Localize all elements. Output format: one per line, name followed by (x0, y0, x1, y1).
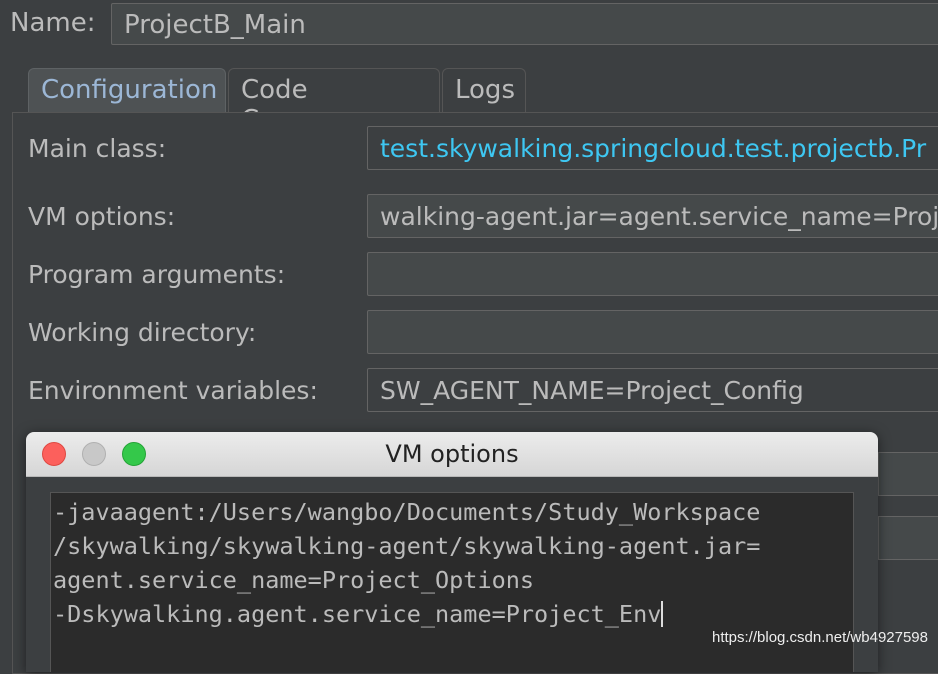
tab-logs[interactable]: Logs (442, 68, 526, 113)
main-class-label: Main class: (28, 134, 167, 163)
text-caret (661, 601, 664, 627)
watermark: https://blog.csdn.net/wb4927598 (712, 629, 928, 646)
working-directory-field[interactable] (367, 310, 938, 354)
main-class-field[interactable]: test.skywalking.springcloud.test.project… (367, 126, 938, 170)
editor-line: -Dskywalking.agent.service_name=Project_… (53, 597, 853, 631)
working-directory-label: Working directory: (28, 318, 257, 347)
editor-line: -javaagent:/Users/wangbo/Documents/Study… (53, 498, 761, 526)
vm-options-field[interactable]: walking-agent.jar=agent.service_name=Pro… (367, 194, 938, 238)
program-arguments-label: Program arguments: (28, 260, 286, 289)
environment-variables-field[interactable]: SW_AGENT_NAME=Project_Config (367, 368, 938, 412)
editor-line: agent.service_name=Project_Options (53, 566, 535, 594)
name-input[interactable]: ProjectB_Main (111, 3, 938, 45)
name-label: Name: (10, 8, 96, 38)
editor-line-text: -Dskywalking.agent.service_name=Project_… (53, 600, 662, 628)
editor-line: /skywalking/skywalking-agent/skywalking-… (53, 532, 761, 560)
tab-configuration[interactable]: Configuration (28, 68, 226, 113)
background-field (878, 516, 938, 560)
tab-code-coverage[interactable]: Code Coverage (228, 68, 440, 135)
dialog-title: VM options (385, 440, 519, 468)
dialog-titlebar[interactable]: VM options (26, 432, 878, 477)
vm-options-label: VM options: (28, 202, 176, 231)
background-field (878, 452, 938, 496)
environment-variables-label: Environment variables: (28, 376, 318, 405)
program-arguments-field[interactable] (367, 252, 938, 296)
tab-bar: Configuration Code Coverage Logs (0, 68, 938, 135)
